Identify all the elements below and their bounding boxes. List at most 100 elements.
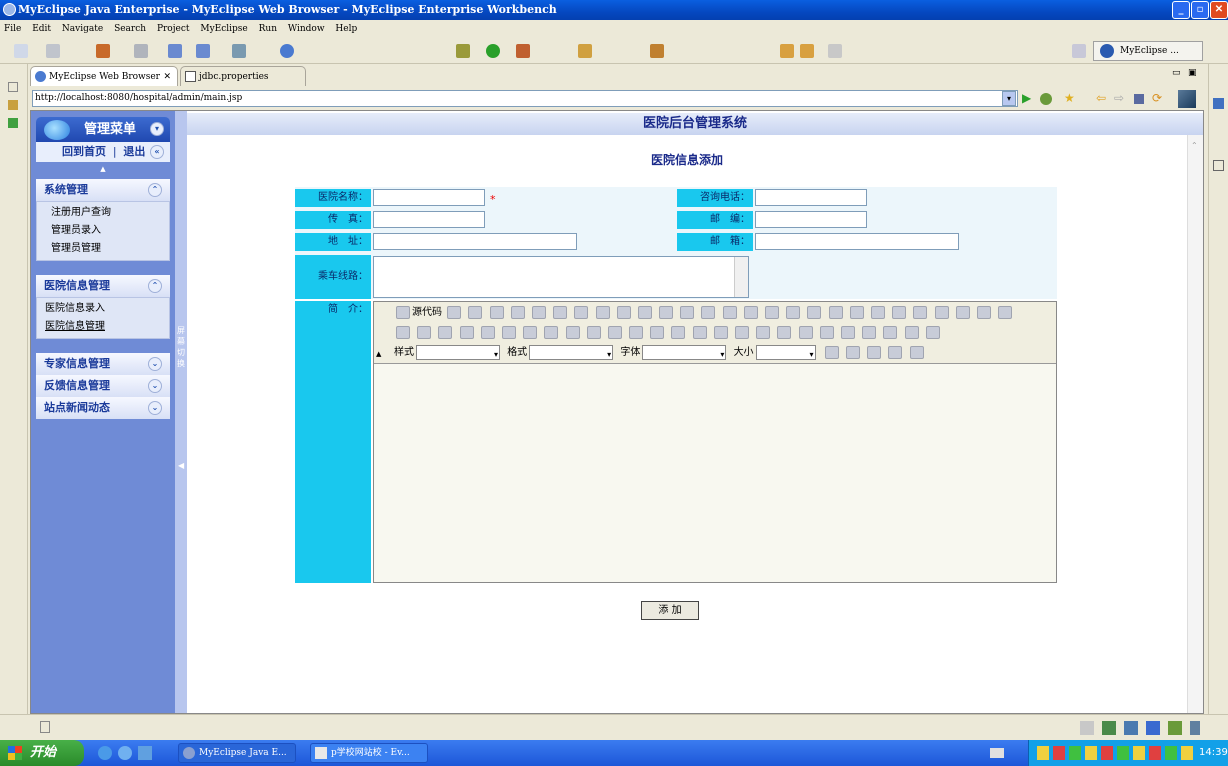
menu-item-admin-add[interactable]: 管理员录入 <box>37 222 169 240</box>
expand-down-icon[interactable]: ⌄ <box>148 401 162 415</box>
run-icon[interactable] <box>486 44 500 58</box>
address-input[interactable] <box>373 233 577 250</box>
cut-icon[interactable] <box>553 305 568 319</box>
stop-icon[interactable] <box>1134 94 1144 104</box>
justify-icon[interactable] <box>713 325 728 339</box>
print-preview-icon[interactable] <box>510 305 525 319</box>
unlink-icon[interactable] <box>756 325 771 339</box>
align-right-icon[interactable] <box>692 325 707 339</box>
spellcheck-icon[interactable] <box>680 305 695 319</box>
paste-text-icon[interactable] <box>616 305 631 319</box>
strike-icon[interactable] <box>459 325 474 339</box>
hospital-name-input[interactable] <box>373 189 485 206</box>
scroll-up-arrow-icon[interactable]: ⌃ <box>1191 141 1198 150</box>
collapse-left-icon[interactable]: ◀ <box>178 461 184 470</box>
image-icon[interactable] <box>798 325 813 339</box>
menu-edit[interactable]: Edit <box>32 24 51 34</box>
toolbar-collapse-icon[interactable]: ▲ <box>376 350 381 358</box>
restore-icon[interactable] <box>8 82 18 92</box>
preview-icon[interactable] <box>447 305 462 319</box>
tray-icons[interactable] <box>1037 746 1195 760</box>
menu-item-hospital-add[interactable]: 医院信息录入 <box>37 300 169 318</box>
format-select[interactable]: ▾ <box>529 344 614 360</box>
find-icon[interactable] <box>743 305 758 319</box>
favorites-icon[interactable]: ★ <box>1064 91 1075 105</box>
forward-arrow-icon[interactable]: ⇨ <box>1114 91 1124 105</box>
collapse-up-icon[interactable]: ⌃ <box>148 183 162 197</box>
minimize-view-icon[interactable]: ▭ <box>1172 68 1181 78</box>
print-icon[interactable] <box>134 44 148 58</box>
print-icon[interactable] <box>659 305 674 319</box>
expand-down-icon[interactable]: ⌄ <box>148 357 162 371</box>
task-myeclipse[interactable]: MyEclipse Java E... <box>178 743 296 763</box>
maximize-editor-icon[interactable] <box>867 345 882 359</box>
menu-search[interactable]: Search <box>114 24 146 34</box>
table-icon[interactable] <box>840 325 855 339</box>
horizontal-rule-icon[interactable] <box>862 325 877 339</box>
url-input[interactable]: http://localhost:8080/hospital/admin/mai… <box>32 90 1018 107</box>
menu-project[interactable]: Project <box>157 24 190 34</box>
sidebar-collapse-icon[interactable]: ▾ <box>150 122 164 136</box>
email-input[interactable] <box>755 233 959 250</box>
menu-window[interactable]: Window <box>288 24 325 34</box>
flash-icon[interactable] <box>819 325 834 339</box>
minimize-button[interactable]: _ <box>1172 1 1190 19</box>
open-perspective-icon[interactable] <box>1072 44 1086 58</box>
zip-input[interactable] <box>755 211 867 228</box>
group-header[interactable]: 反馈信息管理 ⌄ <box>36 375 170 397</box>
expand-down-icon[interactable]: ⌄ <box>148 379 162 393</box>
group-header[interactable]: 医院信息管理 ⌃ <box>36 275 170 297</box>
vertical-scrollbar[interactable]: ⌃ <box>1187 135 1203 713</box>
align-left-icon[interactable] <box>650 325 665 339</box>
server-icon[interactable] <box>196 44 210 58</box>
task-school-site[interactable]: p学校网站校 - Ev... <box>310 743 428 763</box>
menu-item-hospital-manage[interactable]: 医院信息管理 <box>37 318 169 336</box>
menu-myeclipse[interactable]: MyEclipse <box>200 24 247 34</box>
menu-item-admin-manage[interactable]: 管理员管理 <box>37 240 169 258</box>
unordered-list-icon[interactable] <box>544 325 559 339</box>
fax-input[interactable] <box>373 211 485 228</box>
screen-toggle-splitter[interactable]: 屏幕切换 ◀ <box>175 111 187 713</box>
tab-jdbc-properties[interactable]: jdbc.properties <box>180 66 306 86</box>
back-arrow-icon[interactable]: ⇦ <box>1096 91 1106 105</box>
editor-content-area[interactable] <box>374 364 1056 582</box>
external-tools-icon[interactable] <box>516 44 530 58</box>
menu-item-user-query[interactable]: 注册用户查询 <box>37 204 169 222</box>
tab-web-browser[interactable]: MyEclipse Web Browser ✕ <box>30 66 178 86</box>
perspective-switcher[interactable]: MyEclipse ... <box>1093 41 1203 61</box>
maximize-button[interactable]: ▫ <box>1191 1 1209 19</box>
keyboard-icon[interactable] <box>990 748 1004 758</box>
italic-icon[interactable] <box>417 325 432 339</box>
smiley-icon[interactable] <box>883 325 898 339</box>
blockquote-icon[interactable] <box>607 325 622 339</box>
new-page-icon[interactable] <box>489 305 504 319</box>
button-field-icon[interactable] <box>955 305 970 319</box>
new-class-icon[interactable] <box>232 44 246 58</box>
indent-icon[interactable] <box>586 325 601 339</box>
new-icon[interactable] <box>14 44 28 58</box>
browser-icon[interactable] <box>280 44 294 58</box>
checkbox-icon[interactable] <box>849 305 864 319</box>
back-icon[interactable] <box>780 44 794 58</box>
back-dropdown-icon[interactable] <box>800 44 814 58</box>
menu-navigate[interactable]: Navigate <box>62 24 103 34</box>
image-button-icon[interactable] <box>976 305 991 319</box>
bold-icon[interactable] <box>396 325 410 339</box>
subscript-icon[interactable] <box>480 325 495 339</box>
forward-icon[interactable] <box>828 44 842 58</box>
group-header[interactable]: 站点新闻动态 ⌄ <box>36 397 170 419</box>
refresh-icon[interactable]: ⟳ <box>1152 91 1162 105</box>
radio-icon[interactable] <box>870 305 885 319</box>
outdent-icon[interactable] <box>565 325 580 339</box>
url-dropdown-icon[interactable]: ▾ <box>1002 91 1016 106</box>
quicklaunch-ie-icon[interactable] <box>98 746 112 760</box>
ordered-list-icon[interactable] <box>523 325 538 339</box>
form-icon[interactable] <box>828 305 843 319</box>
bus-route-textarea[interactable] <box>373 256 749 298</box>
phone-input[interactable] <box>755 189 867 206</box>
copy-icon[interactable] <box>574 305 589 319</box>
paste-icon[interactable] <box>595 305 610 319</box>
textarea-scrollbar[interactable] <box>734 257 748 297</box>
underline-icon[interactable] <box>438 325 453 339</box>
about-icon[interactable] <box>909 345 924 359</box>
